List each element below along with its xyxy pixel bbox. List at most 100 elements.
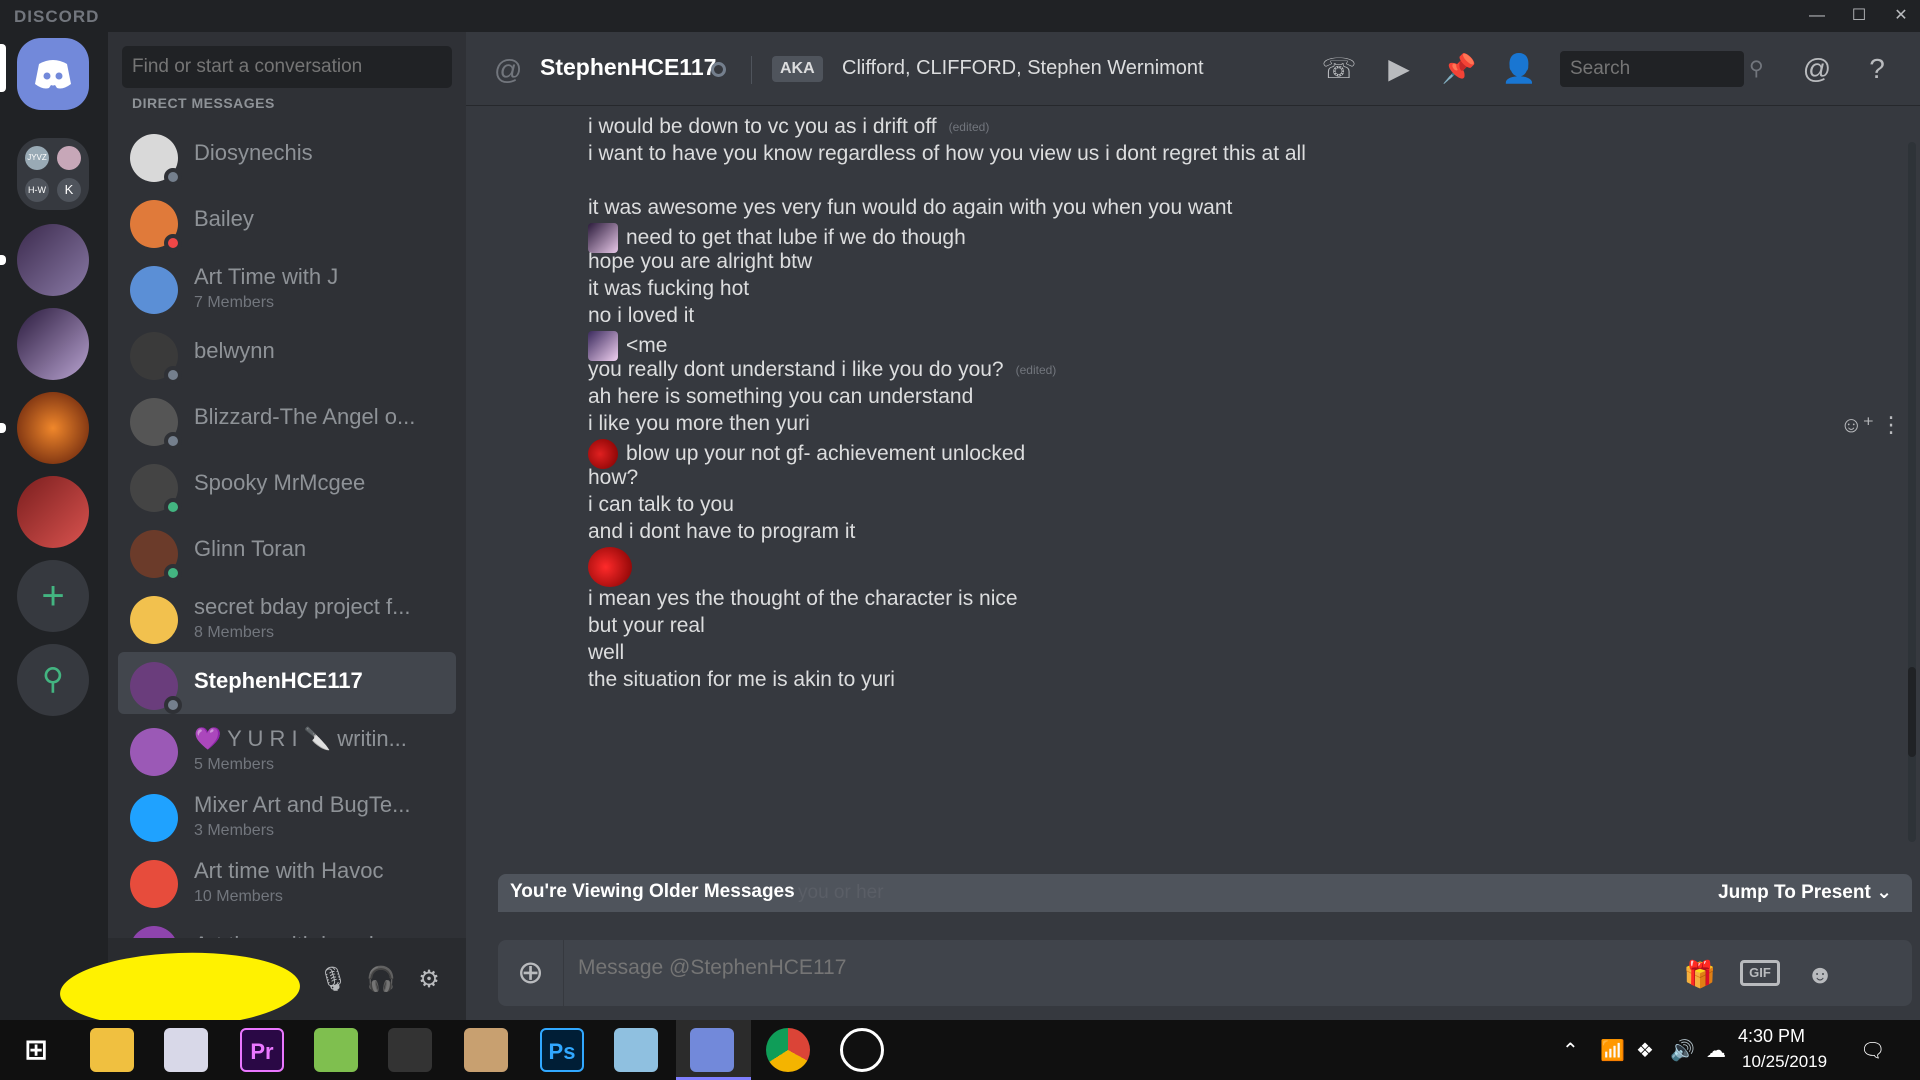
dm-item[interactable]: 💜 Y U R I 🔪 writin... 5 Members (118, 718, 456, 780)
paint-tool-icon[interactable] (464, 1028, 508, 1072)
close-button[interactable]: ✕ (1880, 0, 1920, 32)
message-search-input[interactable] (1560, 51, 1744, 87)
message-line[interactable]: i can talk to you (588, 493, 734, 517)
message-line[interactable]: and i dont have to program it (588, 520, 855, 544)
message-line[interactable]: it was awesome yes very fun would do aga… (588, 196, 1232, 220)
notes-icon[interactable] (614, 1028, 658, 1072)
pinned-messages-icon[interactable]: 📌 (1440, 50, 1478, 88)
message-line[interactable]: but your real (588, 614, 705, 638)
paint-icon[interactable] (164, 1028, 208, 1072)
discord-taskbar-icon[interactable] (690, 1028, 734, 1072)
message-line[interactable]: ah here is something you can understand (588, 385, 973, 409)
volume-icon[interactable]: 🔊 (1670, 1038, 1695, 1063)
obscured-message-text: you or her (798, 882, 884, 903)
message-line[interactable]: no i loved it (588, 304, 694, 328)
message-line[interactable]: hope you are alright btw (588, 250, 812, 274)
message-text: it was awesome yes very fun would do aga… (588, 196, 1233, 219)
dm-item[interactable]: secret bday project f... 8 Members (118, 586, 456, 648)
status-dot (164, 432, 182, 450)
clock-time[interactable]: 4:30 PM (1738, 1026, 1805, 1047)
custom-emoji-icon[interactable] (588, 547, 632, 587)
direct-messages-panel: DIRECT MESSAGES Diosynechis Bailey Art Tim… (108, 32, 466, 1020)
message-line[interactable]: the situation for me is akin to yuri (588, 668, 895, 692)
file-explorer-icon[interactable] (90, 1028, 134, 1072)
message-line[interactable] (588, 547, 640, 587)
server-icon[interactable] (17, 308, 89, 380)
message-text: it was fucking hot (588, 277, 750, 300)
voice-call-icon[interactable]: ☏ (1320, 50, 1358, 88)
dm-item[interactable]: Blizzard-The Angel o... (118, 388, 456, 450)
dm-item[interactable]: Diosynechis (118, 124, 456, 186)
settings-gear-icon[interactable]: ⚙ (414, 965, 444, 995)
message-line[interactable]: it was fucking hot (588, 277, 749, 301)
server-icon[interactable] (17, 392, 89, 464)
tray-chevron-up-icon[interactable]: ⌃ (1562, 1038, 1579, 1063)
custom-emoji-icon[interactable] (588, 439, 618, 469)
clock-date[interactable]: 10/25/2019 (1742, 1052, 1827, 1072)
minimize-button[interactable]: — (1796, 0, 1838, 32)
message-line[interactable]: i want to have you know regardless of ho… (588, 142, 1306, 166)
dm-item[interactable]: Art time with Havoc 10 Members (118, 850, 456, 912)
dm-item[interactable]: Mixer Art and BugTe... 3 Members (118, 784, 456, 846)
custom-emoji-icon[interactable] (588, 223, 618, 253)
message-line[interactable]: i mean yes the thought of the character … (588, 587, 1018, 611)
dm-item[interactable]: StephenHCE117 (118, 652, 456, 714)
dropbox-icon[interactable]: ❖ (1636, 1038, 1654, 1063)
message-line[interactable]: <me (588, 331, 667, 361)
jump-to-present-button[interactable]: Jump To Present ⌄ (1718, 881, 1892, 904)
message-line[interactable]: need to get that lube if we do though (588, 223, 966, 253)
scrollbar-thumb[interactable] (1908, 667, 1916, 757)
add-reaction-icon[interactable]: ☺⁺ ⋮ (1840, 412, 1902, 438)
message-text: but your real (588, 614, 705, 637)
dm-item[interactable]: Glinn Toran (118, 520, 456, 582)
mentions-icon[interactable]: @ (1798, 50, 1836, 88)
emoji-picker-icon[interactable]: ☻ (1800, 954, 1840, 994)
server-folder[interactable]: JYVZ H-W K (17, 138, 89, 210)
server-icon[interactable] (17, 476, 89, 548)
headphones-icon[interactable]: 🎧 (366, 965, 396, 995)
dm-item[interactable]: Art Time with J 7 Members (118, 256, 456, 318)
conversation-search-input[interactable] (122, 46, 452, 88)
message-line[interactable]: you really dont understand i like you do… (588, 358, 1056, 382)
onedrive-icon[interactable]: ☁ (1706, 1038, 1726, 1063)
microphone-icon[interactable]: 🎙 (318, 965, 348, 995)
edited-tag: (edited) (948, 120, 990, 134)
aka-names: Clifford, CLIFFORD, Stephen Wernimont (842, 57, 1204, 79)
add-server-button[interactable]: + (17, 560, 89, 632)
message-line[interactable]: i would be down to vc you as i drift off… (588, 115, 989, 139)
premiere-pro-icon[interactable]: Pr (240, 1028, 284, 1072)
gift-icon[interactable]: 🎁 (1680, 954, 1720, 994)
folder-server-icon: K (57, 178, 81, 202)
chevron-down-icon: ⌄ (1876, 882, 1892, 903)
wifi-icon[interactable]: 📶 (1600, 1038, 1625, 1063)
custom-emoji-icon[interactable] (588, 331, 618, 361)
obs-icon[interactable] (840, 1028, 884, 1072)
message-composer: ⊕ 🎁 GIF ☻ (498, 940, 1912, 1006)
dm-name: StephenHCE117 (194, 668, 363, 693)
message-line[interactable]: how? (588, 466, 638, 490)
add-friend-icon[interactable]: 👤 (1500, 50, 1538, 88)
photoshop-icon[interactable]: Ps (540, 1028, 584, 1072)
maximize-button[interactable]: ☐ (1838, 0, 1880, 32)
help-icon[interactable]: ? (1858, 50, 1896, 88)
explore-search-icon[interactable]: ⚲ (17, 644, 89, 716)
notifications-icon[interactable]: 🗨 (1860, 1038, 1885, 1063)
server-icon[interactable] (17, 224, 89, 296)
dm-item[interactable]: Spooky MrMcgee (118, 454, 456, 516)
fraps-icon[interactable] (388, 1028, 432, 1072)
upload-plus-icon[interactable]: ⊕ (498, 940, 564, 1006)
message-line[interactable]: blow up your not gf- achievement unlocke… (588, 439, 1025, 469)
status-indicator (711, 62, 726, 77)
chrome-icon[interactable] (766, 1028, 810, 1072)
home-button[interactable] (17, 38, 89, 110)
dm-item[interactable]: Bailey (118, 190, 456, 252)
video-call-icon[interactable]: ▶ (1380, 50, 1418, 88)
message-line[interactable]: i like you more then yuri (588, 412, 810, 436)
gif-button[interactable]: GIF (1740, 960, 1780, 986)
start-windows-icon[interactable]: ⊞ (14, 1028, 58, 1072)
notepad-icon[interactable] (314, 1028, 358, 1072)
dm-item[interactable]: belwynn (118, 322, 456, 384)
message-line[interactable]: well (588, 641, 624, 665)
message-text: how? (588, 466, 639, 489)
message-input[interactable] (578, 956, 1678, 980)
